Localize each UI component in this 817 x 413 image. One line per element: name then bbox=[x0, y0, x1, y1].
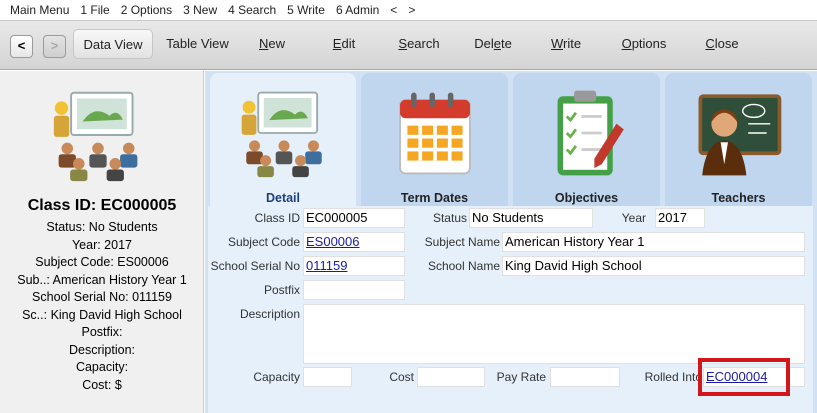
delete-button[interactable]: Delete bbox=[470, 29, 516, 59]
record-summary-panel: Class ID: EC000005 Status: No Students Y… bbox=[0, 71, 204, 413]
summary-description: Description: bbox=[69, 342, 135, 357]
summary-subject-name: Sub..: American History Year 1 bbox=[17, 272, 187, 287]
toolbar: < > Data View Table View New Edit Search… bbox=[0, 20, 817, 70]
description-label: Description bbox=[239, 307, 300, 321]
capacity-label: Capacity bbox=[253, 370, 300, 384]
menu-main[interactable]: Main Menu bbox=[10, 3, 69, 17]
rolled-into-highlight-box bbox=[698, 358, 790, 396]
subject-code-link[interactable]: ES00006 bbox=[303, 232, 405, 252]
close-rest: lose bbox=[714, 36, 739, 51]
subject-name-field[interactable]: American History Year 1 bbox=[502, 232, 805, 252]
year-field[interactable]: 2017 bbox=[655, 208, 705, 228]
class-id-heading: Class ID: EC000005 bbox=[27, 197, 177, 214]
year-label: Year bbox=[621, 211, 646, 225]
delete-start: Del bbox=[474, 36, 494, 51]
tab-objectives-label: Objectives bbox=[554, 191, 619, 205]
detail-form: Class ID EC000005 Status No Students Yea… bbox=[208, 206, 813, 413]
delete-accel: e bbox=[493, 36, 501, 51]
rolled-into-label: Rolled Into bbox=[644, 370, 702, 384]
table-view-button[interactable]: Table View bbox=[160, 29, 235, 59]
description-field[interactable] bbox=[303, 304, 805, 364]
menu-new[interactable]: 3 New bbox=[183, 3, 217, 17]
main-area: Detail Term Dates Objectives Teachers Cl… bbox=[205, 71, 817, 413]
data-view-button[interactable]: Data View bbox=[73, 29, 153, 59]
summary-postfix: Postfix: bbox=[81, 325, 123, 339]
write-button[interactable]: Write bbox=[546, 29, 586, 59]
write-accel: W bbox=[550, 36, 563, 51]
close-button[interactable]: Close bbox=[702, 29, 742, 59]
tab-objectives[interactable]: Objectives bbox=[513, 73, 660, 207]
school-serial-label: School Serial No bbox=[210, 259, 300, 273]
options-button[interactable]: Options bbox=[617, 29, 671, 59]
school-serial-link[interactable]: 011159 bbox=[303, 256, 405, 276]
tab-teachers[interactable]: Teachers bbox=[665, 73, 812, 207]
edit-button[interactable]: Edit bbox=[326, 29, 362, 59]
search-button[interactable]: Search bbox=[394, 29, 444, 59]
pay-rate-label: Pay Rate bbox=[496, 370, 546, 384]
menu-file[interactable]: 1 File bbox=[80, 3, 109, 17]
school-name-label: School Name bbox=[427, 259, 500, 273]
new-button[interactable]: New bbox=[252, 29, 292, 59]
summary-status: Status: No Students bbox=[46, 220, 158, 234]
cost-field[interactable] bbox=[417, 367, 485, 387]
menu-back[interactable]: < bbox=[390, 3, 397, 17]
summary-capacity: Capacity: bbox=[75, 360, 129, 374]
school-name-field[interactable]: King David High School bbox=[502, 256, 805, 276]
tab-term-dates-label: Term Dates bbox=[400, 191, 469, 205]
pay-rate-field[interactable] bbox=[550, 367, 620, 387]
search-accel: S bbox=[398, 36, 408, 51]
options-accel: O bbox=[621, 36, 632, 51]
teacher-icon bbox=[698, 94, 782, 176]
summary-subject-code: Subject Code: ES00006 bbox=[35, 255, 169, 269]
edit-rest: dit bbox=[341, 36, 356, 51]
status-field[interactable]: No Students bbox=[469, 208, 593, 228]
back-button[interactable]: < bbox=[10, 35, 33, 58]
menu-search[interactable]: 4 Search bbox=[228, 3, 276, 17]
menu-options[interactable]: 2 Options bbox=[121, 3, 172, 17]
classroom-icon bbox=[53, 91, 138, 182]
menu-admin[interactable]: 6 Admin bbox=[336, 3, 379, 17]
tab-detail-label: Detail bbox=[265, 191, 301, 205]
subject-code-label: Subject Code bbox=[227, 235, 300, 249]
delete-rest: te bbox=[500, 36, 512, 51]
summary-school-serial: School Serial No: 011159 bbox=[32, 290, 172, 304]
write-rest: rite bbox=[562, 36, 582, 51]
tab-term-dates[interactable]: Term Dates bbox=[361, 73, 508, 207]
cost-label: Cost bbox=[389, 370, 414, 384]
summary-year: Year: 2017 bbox=[71, 237, 132, 252]
status-label: Status bbox=[432, 211, 467, 225]
menu-forward[interactable]: > bbox=[408, 3, 415, 17]
menu-bar: Main Menu 1 File 2 Options 3 New 4 Searc… bbox=[0, 0, 817, 20]
options-rest: ptions bbox=[631, 36, 667, 51]
new-accel: N bbox=[258, 36, 269, 51]
menu-write[interactable]: 5 Write bbox=[287, 3, 325, 17]
summary-school-name: Sc..: King David High School bbox=[22, 307, 182, 322]
classroom-icon bbox=[241, 91, 322, 178]
clipboard-checklist-icon bbox=[557, 90, 624, 176]
new-rest: ew bbox=[268, 36, 285, 51]
close-accel: C bbox=[705, 36, 715, 51]
forward-button[interactable]: > bbox=[43, 35, 66, 58]
capacity-field[interactable] bbox=[303, 367, 352, 387]
tab-teachers-label: Teachers bbox=[711, 191, 766, 205]
class-id-label: Class ID bbox=[254, 211, 300, 225]
tab-detail[interactable]: Detail bbox=[210, 73, 356, 207]
calendar-icon bbox=[399, 92, 471, 175]
postfix-label: Postfix bbox=[263, 283, 300, 297]
subject-name-label: Subject Name bbox=[424, 235, 500, 249]
summary-cost: Cost: $ bbox=[82, 377, 122, 392]
postfix-field[interactable] bbox=[303, 280, 405, 300]
search-rest: earch bbox=[407, 36, 440, 51]
